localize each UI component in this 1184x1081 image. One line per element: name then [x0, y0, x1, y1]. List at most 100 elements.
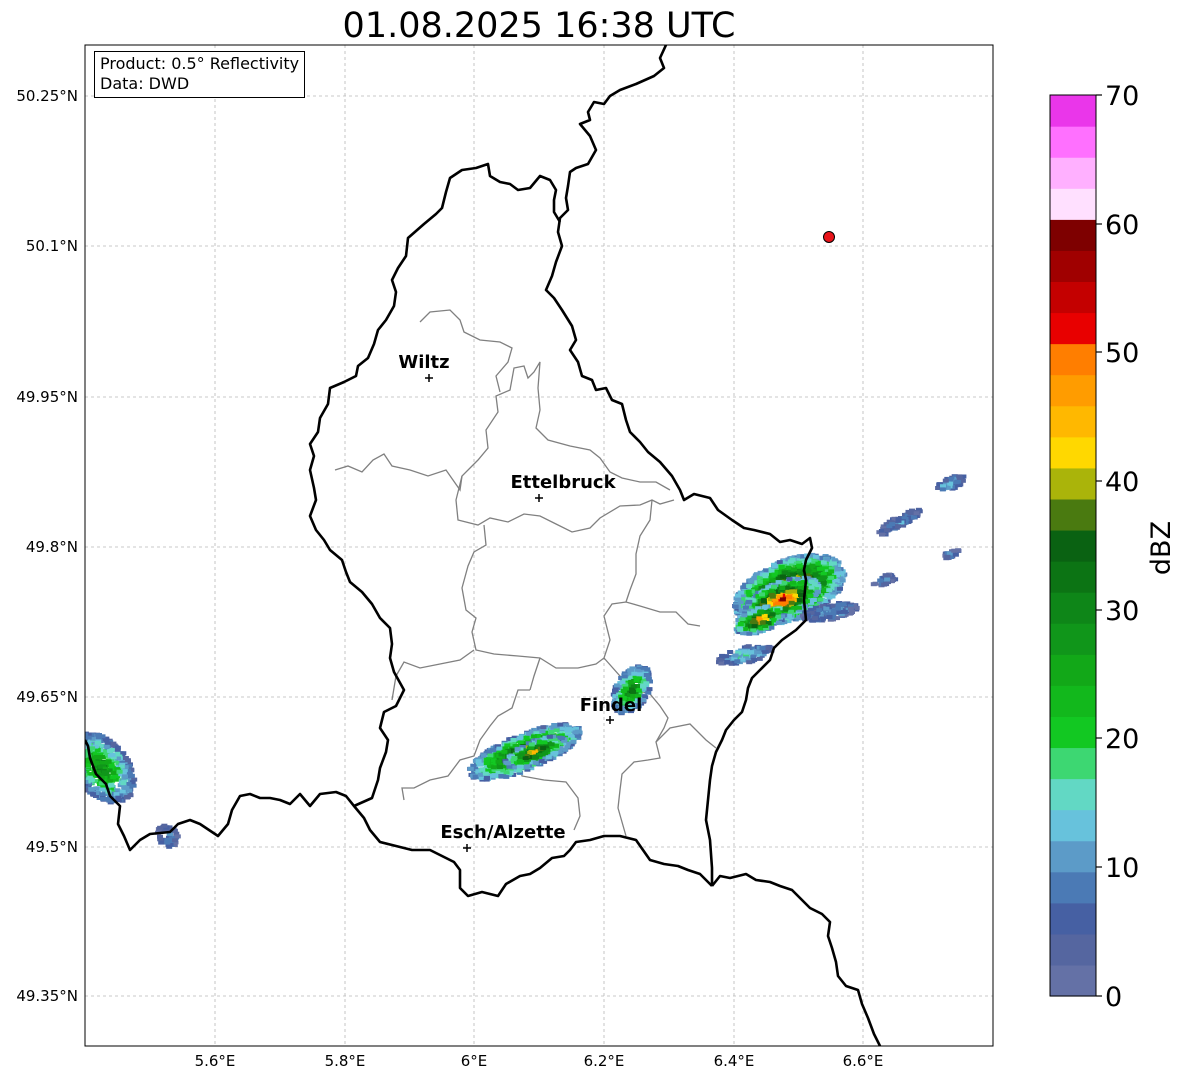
radar-echo-cell: [76, 772, 82, 776]
radar-echo-cell: [835, 602, 842, 607]
radar-echo-cell: [816, 566, 823, 571]
radar-echo-cell: [115, 795, 122, 800]
colorbar-swatch: [1050, 436, 1096, 469]
radar-echo-cell: [761, 613, 768, 618]
radar-echo-cell: [810, 598, 817, 602]
radar-echo-cell: [837, 586, 843, 591]
colorbar-swatch: [1050, 281, 1096, 314]
radar-echo-cell: [157, 825, 164, 830]
radar-echo-cell: [826, 579, 833, 584]
colorbar-swatch: [1050, 747, 1096, 780]
radar-echo-cell: [85, 772, 86, 777]
radar-echo-cell: [870, 582, 877, 587]
radar-echo-cell: [839, 578, 846, 583]
radar-echo-cell: [74, 762, 80, 766]
lat-tick-label: 49.95°N: [16, 388, 78, 406]
radar-echo-cell: [76, 756, 82, 760]
colorbar-tick-label: 70: [1105, 81, 1139, 112]
radar-echo-cell: [77, 758, 83, 762]
radar-echo-cell: [823, 606, 830, 611]
radar-echo-cell: [779, 574, 786, 579]
radar-echo-cell: [751, 609, 757, 614]
radar-echo-cell: [73, 762, 79, 766]
radar-echo-cell: [523, 735, 530, 740]
radar-echo-cell: [790, 580, 796, 585]
radar-echo-cell: [771, 564, 778, 569]
colorbar-swatch: [1050, 219, 1096, 251]
radar-echo-cell: [71, 742, 77, 746]
colorbar-tick-label: 40: [1105, 467, 1139, 498]
colorbar-tick-label: 0: [1105, 982, 1122, 1013]
radar-echo-cell: [78, 746, 84, 750]
radar-echo-cell: [78, 761, 84, 765]
radar-echo-cell: [122, 774, 128, 779]
radar-echo-cell: [109, 753, 116, 758]
radar-echo-cell: [77, 750, 83, 754]
radar-echo-cell: [107, 749, 114, 753]
radar-echo-cell: [90, 792, 97, 797]
city-label-esch-alzette: Esch/Alzette: [440, 822, 565, 843]
colorbar: 70 60 50 40 30 20 10 0 dBZ: [1049, 81, 1177, 1013]
radar-echo-cell: [817, 597, 824, 602]
radar-echo-cell: [77, 766, 83, 770]
radar-echo-cell: [769, 594, 776, 599]
radar-echo-cell: [69, 750, 75, 754]
radar-echo-cell: [787, 609, 794, 614]
radar-echo-cell: [76, 756, 82, 760]
radar-echo-cell: [546, 734, 553, 739]
radar-echo-cell: [78, 774, 84, 778]
radar-echo-cell: [164, 838, 171, 842]
radar-echo-cell: [79, 765, 85, 769]
radar-echo-cell: [552, 750, 559, 755]
radar-echo-cell: [732, 653, 739, 658]
radar-echo-cell: [734, 659, 741, 664]
radar-echo-cell: [71, 741, 77, 745]
radar-echo-cell: [73, 747, 79, 751]
radar-echo-cell: [769, 578, 776, 583]
colorbar-swatch: [1050, 188, 1096, 220]
radar-echo-cell: [70, 746, 76, 750]
radar-echo-cell: [79, 737, 85, 741]
radar-echo-cell: [77, 779, 83, 783]
radar-echo-cell: [781, 570, 788, 575]
colorbar-unit-label: dBZ: [1146, 521, 1177, 575]
radar-echo-cell: [503, 774, 510, 779]
radar-echo-cell: [69, 755, 75, 759]
radar-echo-cell: [794, 577, 801, 581]
radar-echo-cell: [570, 739, 577, 744]
radar-echo-cell: [79, 757, 85, 761]
radar-echo-cell: [467, 766, 474, 771]
radar-echo-cell: [828, 569, 835, 574]
lat-tick-label: 49.35°N: [16, 987, 78, 1005]
radar-echo-cell: [516, 736, 523, 741]
radar-echo-cell: [77, 761, 83, 765]
radar-echo-cell: [746, 584, 753, 589]
radar-echo-cell: [727, 650, 734, 654]
colorbar-swatch: [1050, 312, 1096, 345]
radar-echo-cell: [572, 730, 579, 735]
radar-echo-cell: [77, 763, 83, 767]
lat-tick-label: 49.8°N: [26, 538, 78, 556]
radar-echo-cell: [621, 674, 628, 679]
radar-echo-cell: [849, 610, 855, 614]
radar-echo-cell: [94, 754, 100, 759]
radar-echo-cell: [531, 734, 537, 739]
radar-echo-cell: [789, 557, 796, 562]
radar-echo-cell: [796, 605, 802, 610]
radar-echo-cell: [779, 586, 786, 590]
lat-tick-label: 49.65°N: [16, 688, 78, 706]
radar-echo-cell: [77, 760, 83, 764]
radar-echo-cell: [553, 728, 560, 733]
colorbar-swatch: [1050, 902, 1096, 935]
radar-echo-cell: [769, 612, 776, 617]
radar-echo-cell: [511, 756, 518, 760]
radar-echo-cell: [157, 834, 163, 839]
radar-echo-cell: [99, 787, 106, 792]
radar-echo-cell: [72, 754, 78, 758]
radar-echo-cell: [484, 757, 491, 762]
radar-echo-cell: [645, 690, 652, 695]
colorbar-swatch: [1050, 778, 1096, 811]
radar-echo-cell: [939, 487, 946, 492]
radar-echo-cell: [172, 838, 178, 843]
radar-echo-cell: [524, 763, 531, 768]
